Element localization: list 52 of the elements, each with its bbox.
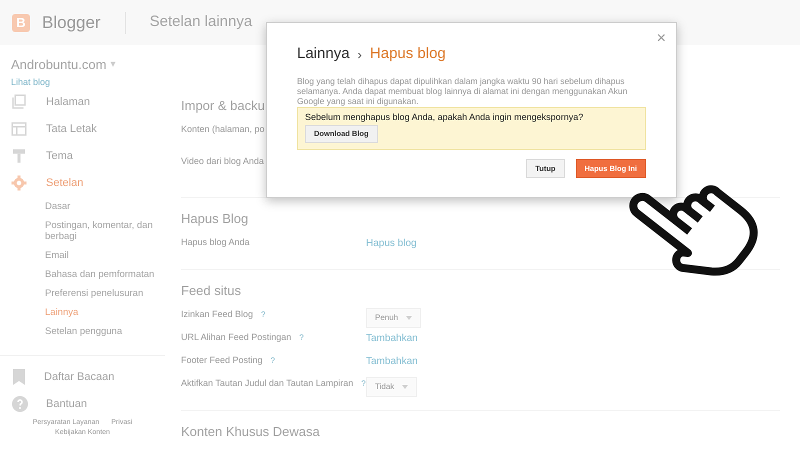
help-mark[interactable]: ? [270, 356, 275, 365]
setting-label: Footer Feed Posting [181, 355, 263, 365]
pages-icon [10, 93, 28, 111]
link[interactable]: Hapus blog [366, 236, 417, 251]
section-title: Konten Khusus Dewasa [181, 423, 320, 441]
setting-label: URL Alihan Feed Postingan [181, 332, 292, 342]
layout-icon [10, 120, 28, 138]
nav-subitem[interactable]: Preferensi penelusuran [45, 284, 165, 302]
nav-item[interactable]: Halaman [0, 88, 165, 116]
blogger-logo[interactable]: B [12, 14, 30, 32]
help-mark[interactable]: ? [361, 379, 366, 388]
page-title: Setelan lainnya [150, 12, 252, 32]
nav-item[interactable]: Tema [0, 142, 165, 170]
help-mark[interactable]: ? [261, 310, 266, 319]
setting-label: Aktifkan Tautan Judul dan Tautan Lampiran [181, 378, 354, 388]
nav-subitem[interactable]: Bahasa dan pemformatan [45, 264, 165, 284]
nav-item[interactable]: Bantuan [0, 390, 165, 418]
setting-label: Hapus blog Anda [181, 237, 250, 247]
dialog-breadcrumb[interactable]: Lainnya [297, 43, 350, 66]
section-title: Impor & backu [181, 97, 265, 115]
nav-subitem[interactable]: Lainnya [45, 302, 165, 322]
blog-name[interactable]: Androbuntu.com [11, 55, 106, 74]
link[interactable]: Tambahkan [366, 331, 418, 346]
close-button[interactable]: × [656, 27, 666, 51]
notice-text: Sebelum menghapus blog Anda, apakah Anda ingin mengekspornya? [305, 110, 584, 124]
bookmark-icon [12, 369, 26, 385]
help-mark[interactable]: ? [299, 333, 304, 342]
caret-icon [406, 316, 412, 320]
help-icon [12, 396, 28, 412]
nav-item[interactable]: Tata Letak [0, 116, 165, 142]
dropdown[interactable]: Penuh [366, 308, 422, 328]
dialog-title: Hapus blog [370, 44, 446, 64]
section-title: Hapus Blog [181, 210, 248, 228]
link[interactable]: Tambahkan [366, 354, 418, 369]
nav-subitem[interactable]: Setelan pengguna [45, 322, 165, 340]
dialog-description: Blog yang telah dihapus dapat dipulihkan dalam jangka waktu 90 hari sebelum dihapus selamanya. Anda dapat membuat blog lainnya di alamat ini dengan menggunakan Akun Google yang saat ini digunakan. [297, 76, 628, 106]
view-blog-link[interactable]: Lihat blog [0, 74, 165, 88]
nav-subitem[interactable]: Email [45, 246, 165, 264]
setting-label: Izinkan Feed Blog [181, 309, 254, 319]
caret-icon [402, 385, 408, 389]
nav-subitem[interactable]: Postingan, komentar, dan berbagi [45, 216, 165, 246]
app-name: Blogger [42, 12, 101, 34]
caret-icon: ▾ [110, 57, 116, 72]
section-title: Feed situs [181, 282, 241, 300]
nav-item[interactable]: Setelan [0, 170, 165, 196]
breadcrumb-separator: › [358, 46, 362, 64]
dropdown[interactable]: Tidak [366, 377, 418, 397]
setting-label: Konten (halaman, po [181, 124, 265, 134]
settings-icon [10, 174, 28, 192]
setting-label: Video dari blog Anda [181, 156, 264, 166]
nav-item[interactable]: Daftar Bacaan [0, 364, 165, 390]
nav-subitem[interactable]: Dasar [45, 196, 165, 216]
